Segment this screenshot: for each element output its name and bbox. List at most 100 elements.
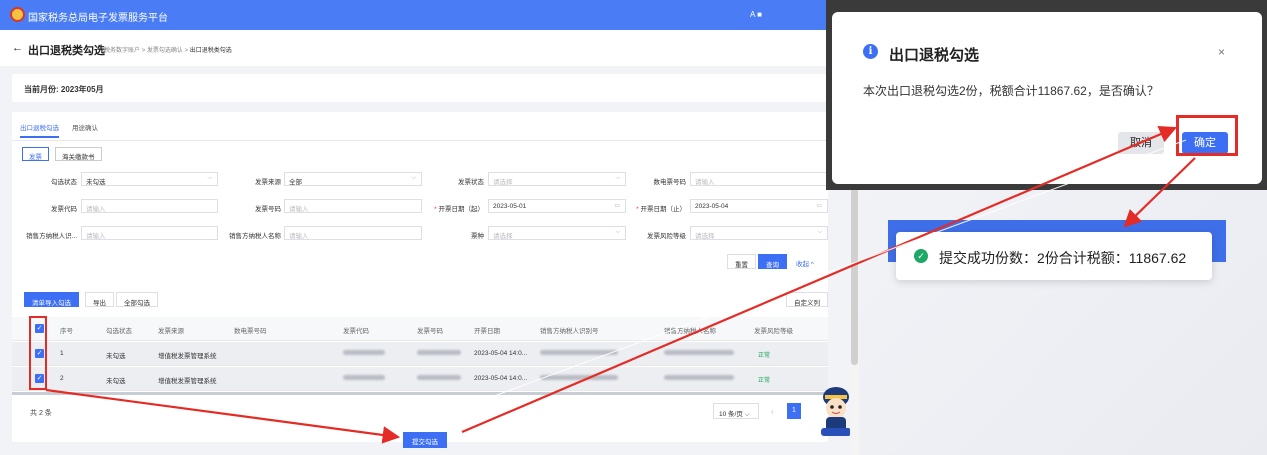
- export-button[interactable]: 导出: [85, 292, 114, 307]
- date-end-picker[interactable]: 2023-05-04 ▭: [690, 199, 828, 213]
- submit-check-button[interactable]: 提交勾选: [403, 432, 447, 448]
- row-no: 1: [60, 350, 64, 357]
- query-button[interactable]: 查询: [758, 254, 787, 269]
- calendar-icon: ▭: [816, 203, 822, 209]
- row-date: 2023-05-04 14:0...: [474, 375, 528, 382]
- tab-purpose-confirm[interactable]: 用途确认: [72, 122, 98, 132]
- col-header: 销售方纳税人名称: [664, 328, 716, 335]
- col-header: 销售方纳税人识别号: [540, 328, 599, 335]
- col-header: 发票风险等级: [754, 328, 793, 335]
- check-status-value: 未勾选: [86, 179, 106, 186]
- breadcrumb-separator: >: [141, 48, 146, 54]
- invoice-kind-select[interactable]: 请选择 ⌵: [488, 226, 626, 240]
- invoice-no-input[interactable]: 请输入: [284, 199, 422, 213]
- redacted-value: [540, 350, 618, 357]
- col-header: 发票来源: [158, 328, 184, 335]
- table-row[interactable]: ✓ 1 未勾选 增值税发票管理系统 2023-05-04 14:0... 正常: [12, 342, 828, 366]
- invoice-code-label: 发票代码: [51, 206, 77, 213]
- check-circle-icon: ✓: [914, 249, 928, 263]
- redacted-value: [540, 375, 618, 382]
- row-no: 2: [60, 375, 64, 382]
- page-title: 出口退税类勾选: [28, 45, 105, 57]
- page-header: ← 出口退税类勾选 税务数字账户 > 发票勾选确认 > 出口退税类勾选: [0, 30, 850, 66]
- invoice-status-placeholder: 请选择: [493, 179, 513, 186]
- risk-normal-badge: 正常: [758, 353, 771, 359]
- confirm-dialog: i 出口退税勾选 × 本次出口退税勾选2份，税额合计11867.62，是否确认？…: [832, 12, 1262, 184]
- chevron-down-icon: ⌵: [615, 229, 620, 235]
- chevron-down-icon: ⌵: [411, 175, 416, 181]
- custom-columns-button[interactable]: 自定义列: [786, 292, 828, 307]
- page-number[interactable]: 1: [787, 403, 801, 419]
- app-title: 国家税务总局电子发票服务平台: [28, 13, 168, 24]
- tab-export-rebate-check[interactable]: 出口退税勾选: [20, 122, 59, 138]
- dialog-title: 出口退税勾选: [889, 47, 980, 64]
- horizontal-scrollbar[interactable]: [12, 392, 828, 395]
- table-row[interactable]: ✓ 2 未勾选 增值税发票管理系统 2023-05-04 14:0... 正常: [12, 367, 828, 391]
- tax-mascot-icon[interactable]: [818, 383, 850, 438]
- col-header: 开票日期: [474, 328, 500, 335]
- back-arrow-icon[interactable]: ←: [12, 42, 23, 54]
- invoice-source-select[interactable]: 全部 ⌵: [284, 172, 422, 186]
- risk-normal-badge: 正常: [758, 378, 771, 384]
- col-header: 序号: [60, 328, 73, 335]
- redacted-value: [417, 375, 461, 382]
- reset-button[interactable]: 重置: [727, 254, 756, 269]
- row-status: 未勾选: [106, 353, 126, 360]
- import-check-button[interactable]: 清单导入勾选: [24, 292, 79, 307]
- doc-type-customs-receipt[interactable]: 海关缴款书: [55, 147, 102, 161]
- breadcrumb-item[interactable]: 发票勾选确认: [147, 48, 183, 54]
- user-menu[interactable]: A ■: [750, 10, 762, 19]
- date-start-value: 2023-05-01: [493, 203, 527, 210]
- risk-level-label: 发票风险等级: [647, 233, 686, 240]
- tab-divider: [12, 140, 828, 141]
- collapse-link[interactable]: 收起 ^: [796, 258, 814, 268]
- col-header: 勾选状态: [106, 328, 132, 335]
- seller-name-input[interactable]: 请输入: [284, 226, 422, 240]
- chevron-down-icon: ⌵: [615, 175, 620, 181]
- check-status-label: 勾选状态: [51, 179, 77, 186]
- breadcrumb: 税务数字账户 > 发票勾选确认 > 出口退税类勾选: [104, 45, 232, 54]
- risk-level-placeholder: 请选择: [695, 233, 715, 240]
- invoice-source-label: 发票来源: [255, 179, 281, 186]
- row-source: 增值税发票管理系统: [158, 378, 217, 385]
- invoice-kind-placeholder: 请选择: [493, 233, 513, 240]
- top-bar: 国家税务总局电子发票服务平台 A ■: [0, 0, 850, 30]
- table-header: ✓ 序号 勾选状态 发票来源 数电票号码 发票代码 发票号码 开票日期 销售方纳…: [12, 317, 828, 341]
- date-start-picker[interactable]: 2023-05-01 ▭: [488, 199, 626, 213]
- risk-level-select[interactable]: 请选择 ⌵: [690, 226, 828, 240]
- date-start-label: * 开票日期（起）: [424, 203, 484, 213]
- date-start-label-text: 开票日期（起）: [438, 206, 485, 213]
- tax-emblem-icon: [10, 7, 25, 22]
- col-header: 发票号码: [417, 328, 443, 335]
- redacted-value: [343, 350, 385, 357]
- page-size-select[interactable]: 10 条/页 ⌵: [713, 403, 759, 419]
- col-header: 数电票号码: [234, 328, 267, 335]
- doc-type-invoice[interactable]: 发票: [22, 147, 49, 161]
- success-toast: ✓ 提交成功份数：2份合计税额：11867.62: [896, 232, 1212, 280]
- current-month: 当前月份: 2023年05月: [12, 74, 828, 102]
- checkbox-highlight-frame: [29, 316, 47, 390]
- close-icon[interactable]: ×: [1218, 45, 1225, 59]
- total-count: 共 2 条: [30, 410, 52, 417]
- cancel-button[interactable]: 取消: [1118, 132, 1164, 154]
- check-status-select[interactable]: 未勾选 ⌵: [81, 172, 218, 186]
- seller-tax-id-input[interactable]: 请输入: [81, 226, 218, 240]
- app-window: 国家税务总局电子发票服务平台 A ■ ← 出口退税类勾选 税务数字账户 > 发票…: [0, 0, 850, 455]
- breadcrumb-separator: >: [184, 48, 189, 54]
- prev-page-icon[interactable]: ‹: [771, 407, 774, 416]
- invoice-status-select[interactable]: 请选择 ⌵: [488, 172, 626, 186]
- digital-invoice-no-input[interactable]: 请输入: [690, 172, 828, 186]
- redacted-value: [664, 375, 734, 382]
- row-status: 未勾选: [106, 378, 126, 385]
- confirm-highlight-frame: [1176, 115, 1238, 156]
- breadcrumb-item[interactable]: 税务数字账户: [104, 48, 140, 54]
- redacted-value: [664, 350, 734, 357]
- seller-name-label: 销售方纳税人名称: [229, 233, 281, 240]
- invoice-source-value: 全部: [289, 179, 302, 186]
- invoice-no-label: 发票号码: [255, 206, 281, 213]
- seller-tax-id-label: 销售方纳税人识...: [26, 233, 77, 240]
- check-all-button[interactable]: 全部勾选: [116, 292, 158, 307]
- row-source: 增值税发票管理系统: [158, 353, 217, 360]
- invoice-code-input[interactable]: 请输入: [81, 199, 218, 213]
- redacted-value: [343, 375, 385, 382]
